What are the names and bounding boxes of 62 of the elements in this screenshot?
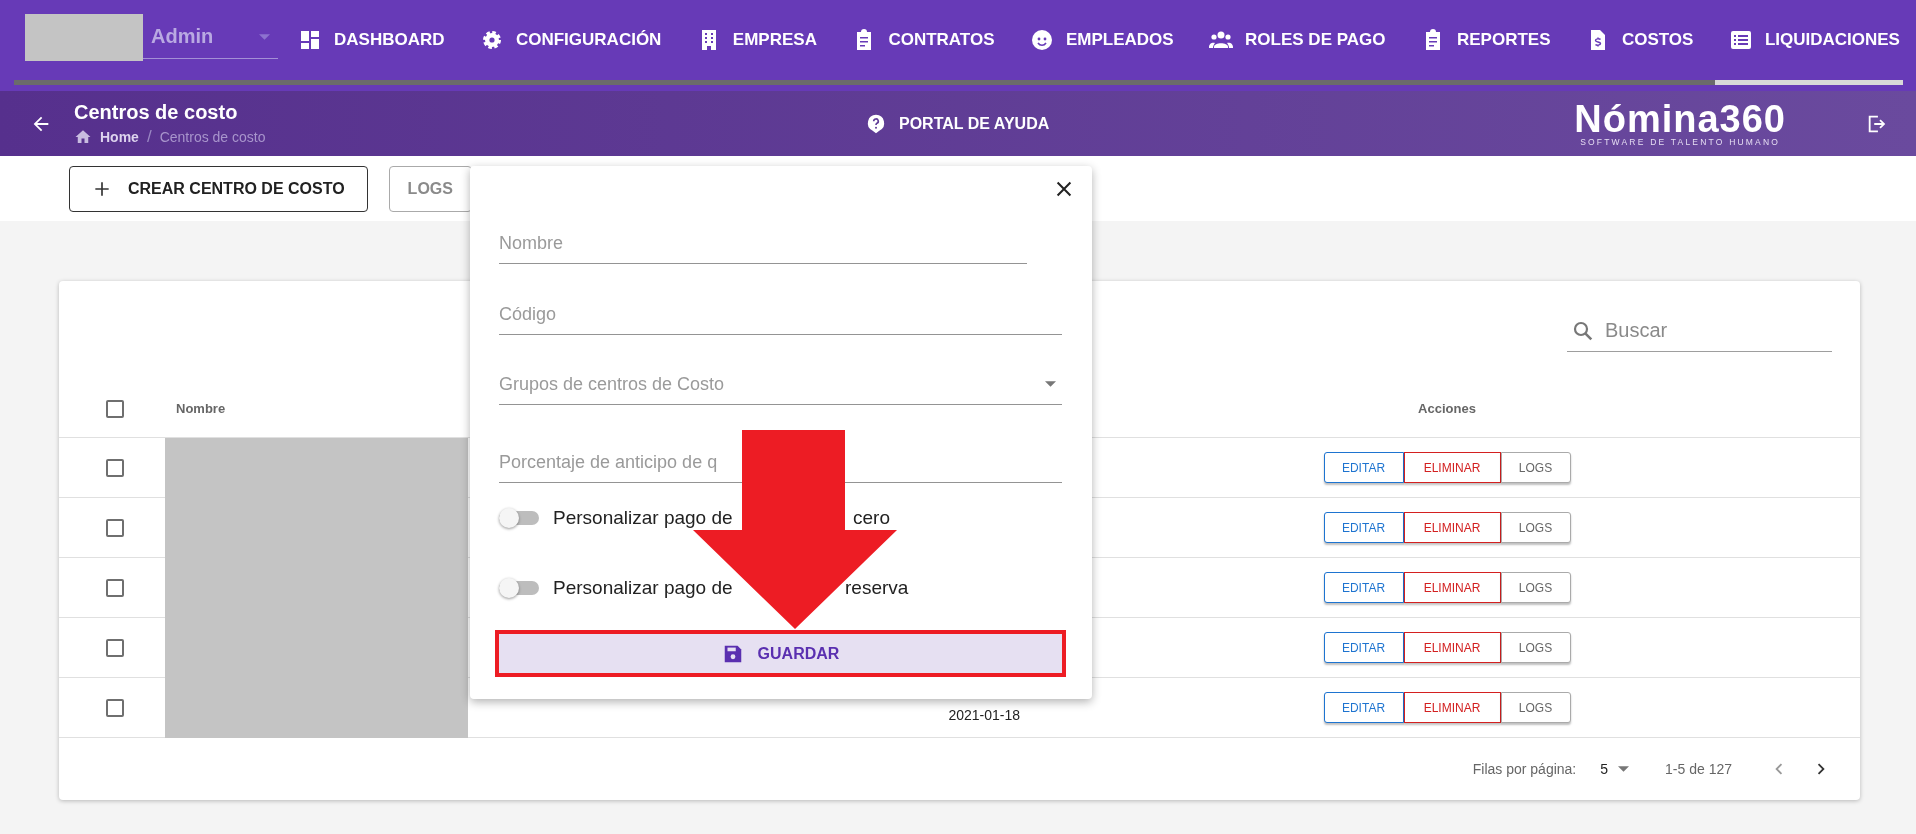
checkbox[interactable] [106, 578, 124, 597]
edit-button[interactable]: EDITAR [1323, 632, 1404, 663]
delete-button[interactable]: ELIMINAR [1403, 632, 1501, 663]
checkbox[interactable] [106, 638, 124, 657]
edit-button[interactable]: EDITAR [1323, 692, 1404, 723]
nav-tab[interactable]: COSTOS [1585, 20, 1694, 60]
checkbox[interactable] [106, 399, 124, 418]
logs-button[interactable]: LOGS [388, 165, 472, 212]
caret-icon [1045, 381, 1056, 387]
toggle-label: reserva [845, 576, 909, 599]
toggle-label: Personalizar pago de [553, 576, 733, 599]
nav-tab[interactable]: REPORTES [1420, 20, 1551, 60]
breadcrumb-separator: / [146, 127, 152, 147]
page-title: Centros de costo [74, 100, 239, 124]
save-button[interactable]: GUARDAR [499, 634, 1062, 673]
help-icon [865, 112, 887, 135]
home-icon [74, 128, 92, 146]
create-button[interactable]: CREAR CENTRO DE COSTO [69, 165, 368, 212]
logs-button[interactable]: LOGS [1500, 452, 1571, 483]
nav-tab[interactable]: LIQUIDACIONES [1728, 20, 1900, 60]
nav-tab[interactable]: EMPRESA [696, 20, 817, 60]
delete-button[interactable]: ELIMINAR [1403, 572, 1501, 603]
rows-per-page-label: Filas por página: [1472, 761, 1577, 777]
dashboard-icon [298, 28, 322, 52]
checkbox[interactable] [106, 698, 124, 717]
logo-name: Nómina360 [1574, 100, 1786, 137]
checkbox[interactable] [106, 518, 124, 537]
breadcrumb-link[interactable]: Home [100, 129, 139, 145]
delete-button[interactable]: ELIMINAR [1403, 512, 1501, 543]
edit-button[interactable]: EDITAR [1323, 452, 1404, 483]
table-cell: 2021-01-18 [948, 706, 1020, 723]
logo-tagline: SOFTWARE DE TALENTO HUMANO [1579, 136, 1782, 147]
caret-icon [1618, 766, 1630, 772]
edit-button[interactable]: EDITAR [1323, 512, 1404, 543]
column-header: Acciones [1418, 401, 1476, 416]
toggle-label: Personalizar pago de [553, 506, 733, 529]
edit-button[interactable]: EDITAR [1323, 572, 1404, 603]
logs-button[interactable]: LOGS [1500, 572, 1571, 603]
nav-tab[interactable]: ROLES DE PAGO [1209, 20, 1386, 60]
toggle-switch[interactable] [499, 580, 539, 595]
nav-tab[interactable]: EMPLEADOS [1029, 20, 1174, 60]
rows-per-page-select[interactable]: 5 [1600, 761, 1630, 777]
delete-button[interactable]: ELIMINAR [1403, 452, 1501, 483]
list-icon [1728, 28, 1753, 52]
role-select[interactable]: Admin [143, 15, 278, 59]
nav-tab[interactable]: CONTRATOS [852, 20, 995, 60]
column-header: Nombre [176, 401, 226, 416]
breadcrumb-current: Centros de costo [159, 129, 266, 145]
search-field[interactable]: Buscar [1567, 310, 1832, 352]
nav-tab[interactable]: DASHBOARD [298, 20, 445, 60]
logs-button[interactable]: LOGS [1500, 692, 1571, 723]
nav-tab[interactable]: CONFIGURACIÓN [479, 20, 662, 60]
checkbox[interactable] [106, 458, 124, 477]
help-link[interactable]: PORTAL DE AYUDA [859, 111, 1056, 136]
page-range: 1-5 de 127 [1665, 761, 1732, 777]
face-icon [1029, 28, 1054, 52]
toggle-label: cero [853, 506, 890, 529]
caret-icon [259, 33, 270, 40]
logs-button[interactable]: LOGS [1500, 512, 1571, 543]
delete-button[interactable]: ELIMINAR [1403, 692, 1501, 723]
logs-button[interactable]: LOGS [1500, 632, 1571, 663]
toggle-switch[interactable] [499, 510, 539, 525]
